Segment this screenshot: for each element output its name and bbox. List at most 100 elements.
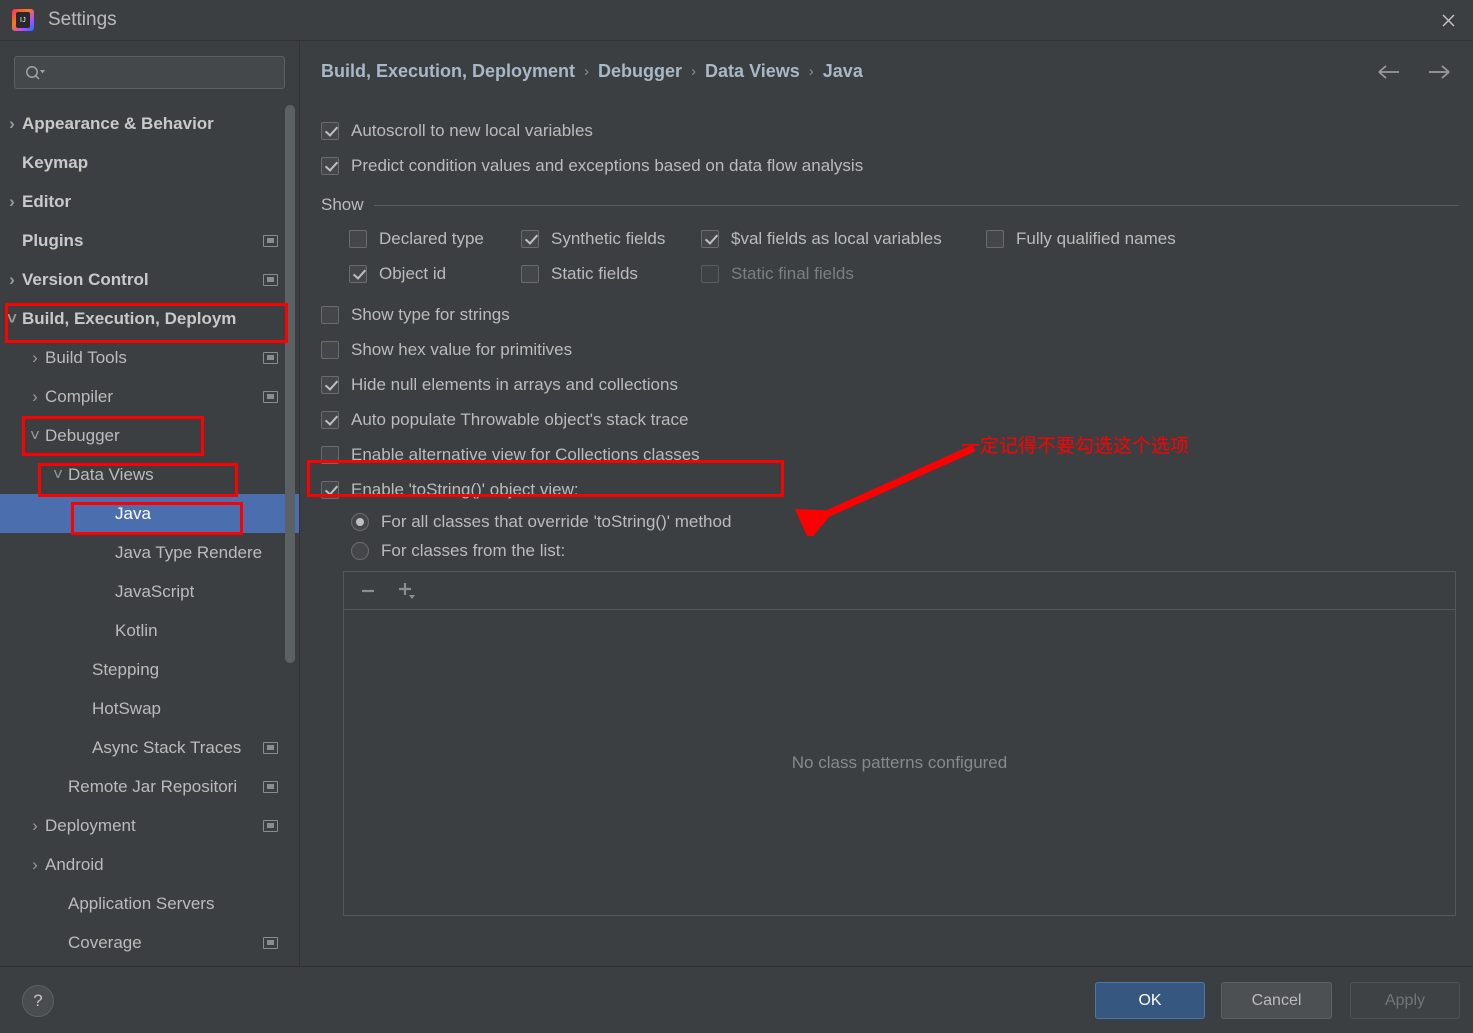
- class-patterns-panel: No class patterns configured: [343, 571, 1456, 916]
- sidebar-item-build-tools[interactable]: › Build Tools: [0, 338, 299, 377]
- add-pattern-icon[interactable]: [396, 580, 420, 602]
- sidebar-item-build-execution-deploym[interactable]: ˅ Build, Execution, Deploym: [0, 299, 299, 338]
- chevron-down-icon[interactable]: ˅: [48, 465, 68, 485]
- chevron-down-icon[interactable]: ˅: [25, 426, 45, 446]
- breadcrumb-separator: ›: [691, 63, 697, 80]
- sidebar-item-editor[interactable]: › Editor: [0, 182, 299, 221]
- chevron-right-icon[interactable]: ›: [25, 816, 45, 836]
- chevron-right-icon[interactable]: ›: [2, 192, 22, 212]
- breadcrumb-item[interactable]: Java: [823, 61, 863, 82]
- sidebar-item-label: Compiler: [45, 386, 114, 406]
- search-input[interactable]: [52, 64, 274, 81]
- checkbox-predict-condition-values-and-exceptions-based-on-data-flow-analysis-row[interactable]: Predict condition values and exceptions …: [321, 148, 1459, 183]
- radio-for-classes-from-the-list[interactable]: [351, 541, 369, 560]
- forward-arrow-icon[interactable]: [1425, 63, 1451, 86]
- sidebar-item-kotlin[interactable]: ›Kotlin: [0, 611, 299, 650]
- back-arrow-icon[interactable]: [1377, 63, 1403, 86]
- cancel-button[interactable]: Cancel: [1221, 982, 1332, 1019]
- sidebar-item-async-stack-traces[interactable]: ›Async Stack Traces: [0, 728, 299, 767]
- sidebar-item-version-control[interactable]: › Version Control: [0, 260, 299, 299]
- sidebar-item-label: Java: [115, 503, 151, 523]
- checkbox-enable-alternative-view-for-collections-classes-row[interactable]: Enable alternative view for Collections …: [321, 437, 1459, 472]
- sidebar-item-remote-jar-repositori[interactable]: ›Remote Jar Repositori: [0, 767, 299, 806]
- help-button[interactable]: ?: [22, 985, 54, 1017]
- checkbox-auto-populate-throwable-object-s-stack-trace-checkbox[interactable]: [321, 410, 339, 429]
- breadcrumb-item[interactable]: Debugger: [598, 61, 682, 82]
- checkbox-show-type-for-strings-row[interactable]: Show type for strings: [321, 297, 1459, 332]
- chevron-right-icon[interactable]: ›: [2, 270, 22, 290]
- sidebar-item-label: Android: [45, 854, 104, 874]
- checkbox-hide-null-elements-in-arrays-and-collections-checkbox[interactable]: [321, 375, 339, 394]
- plugin-badge-icon: [263, 741, 278, 754]
- checkbox-show-hex-value-for-primitives-checkbox[interactable]: [321, 340, 339, 359]
- show-checkbox-grid: Declared type Synthetic fields $val fields…: [349, 221, 1459, 291]
- chevron-right-icon[interactable]: ›: [2, 114, 22, 134]
- settings-tree[interactable]: ›Appearance & Behavior›Keymap›Editor›Plu…: [0, 104, 299, 966]
- group-separator-line: [373, 204, 1459, 206]
- show-checkbox-fully-qualified-names-checkbox[interactable]: [986, 229, 1004, 248]
- tostring-checkbox[interactable]: [321, 480, 339, 499]
- checkbox-auto-populate-throwable-object-s-stack-trace-row[interactable]: Auto populate Throwable object's stack t…: [321, 402, 1459, 437]
- checkbox-enable-alternative-view-for-collections-classes-label: Enable alternative view for Collections …: [351, 444, 700, 464]
- remove-pattern-icon[interactable]: [358, 581, 378, 601]
- sidebar-item-stepping[interactable]: ›Stepping: [0, 650, 299, 689]
- breadcrumb-item[interactable]: Data Views: [705, 61, 800, 82]
- checkbox-show-hex-value-for-primitives-row[interactable]: Show hex value for primitives: [321, 332, 1459, 367]
- sidebar-item-label: Async Stack Traces: [92, 737, 242, 757]
- sidebar-item-java-type-rendere[interactable]: ›Java Type Rendere: [0, 533, 299, 572]
- show-checkbox-static-final-fields-label: Static final fields: [731, 263, 854, 283]
- sidebar-item-label: Editor: [22, 191, 72, 211]
- breadcrumb: Build, Execution, Deployment › Debugger › Da…: [321, 61, 863, 82]
- show-checkbox-static-final-fields-row[interactable]: Static final fields: [701, 264, 986, 284]
- sidebar-item-keymap[interactable]: ›Keymap: [0, 143, 299, 182]
- show-checkbox-static-fields-row[interactable]: Static fields: [521, 264, 701, 284]
- ok-button[interactable]: OK: [1095, 982, 1205, 1019]
- sidebar-scrollbar[interactable]: [285, 105, 295, 663]
- show-checkbox-declared-type-row[interactable]: Declared type: [349, 229, 521, 249]
- sidebar-item-coverage[interactable]: ›Coverage: [0, 923, 299, 962]
- class-patterns-empty-text: No class patterns configured: [791, 752, 1008, 772]
- radio-for-all-classes-that-override-tostring-method[interactable]: [351, 512, 369, 531]
- show-checkbox-synthetic-fields-row[interactable]: Synthetic fields: [521, 229, 701, 249]
- plugin-badge-icon: [263, 234, 278, 247]
- chevron-down-icon[interactable]: ˅: [2, 309, 22, 329]
- sidebar-item-plugins[interactable]: ›Plugins: [0, 221, 299, 260]
- show-checkbox-val-fields-as-local-variables-checkbox[interactable]: [701, 229, 719, 248]
- sidebar-item-appearance-behavior[interactable]: › Appearance & Behavior: [0, 104, 299, 143]
- sidebar-item-data-views[interactable]: ˅ Data Views: [0, 455, 299, 494]
- show-checkbox-declared-type-checkbox[interactable]: [349, 229, 367, 248]
- breadcrumb-item[interactable]: Build, Execution, Deployment: [321, 61, 575, 82]
- chevron-right-icon[interactable]: ›: [25, 855, 45, 875]
- show-checkbox-fully-qualified-names-row[interactable]: Fully qualified names: [986, 229, 1271, 249]
- show-checkbox-synthetic-fields-checkbox[interactable]: [521, 229, 539, 248]
- sidebar-item-javascript[interactable]: ›JavaScript: [0, 572, 299, 611]
- sidebar-item-hotswap[interactable]: ›HotSwap: [0, 689, 299, 728]
- show-checkbox-static-fields-checkbox[interactable]: [521, 264, 539, 283]
- mid-checkbox-group: Show type for strings Show hex value for …: [321, 297, 1459, 472]
- search-box[interactable]: [14, 56, 285, 89]
- tostring-checkbox-row[interactable]: Enable 'toString()' object view:: [321, 472, 1459, 507]
- sidebar-item-application-servers[interactable]: ›Application Servers: [0, 884, 299, 923]
- checkbox-show-type-for-strings-checkbox[interactable]: [321, 305, 339, 324]
- show-checkbox-val-fields-as-local-variables-row[interactable]: $val fields as local variables: [701, 229, 986, 249]
- sidebar-item-deployment[interactable]: › Deployment: [0, 806, 299, 845]
- checkbox-predict-condition-values-and-exceptions-based-on-data-flow-analysis-checkbox[interactable]: [321, 156, 339, 175]
- sidebar-item-java[interactable]: ›Java: [0, 494, 299, 533]
- chevron-right-icon[interactable]: ›: [25, 387, 45, 407]
- checkbox-hide-null-elements-in-arrays-and-collections-row[interactable]: Hide null elements in arrays and collect…: [321, 367, 1459, 402]
- checkbox-autoscroll-to-new-local-variables-checkbox[interactable]: [321, 121, 339, 140]
- radio-row-for-classes-from-the-list[interactable]: For classes from the list:: [351, 536, 1459, 565]
- sidebar-item-compiler[interactable]: › Compiler: [0, 377, 299, 416]
- close-icon[interactable]: [1423, 0, 1473, 40]
- show-checkbox-object-id-checkbox[interactable]: [349, 264, 367, 283]
- sidebar-item-android[interactable]: › Android: [0, 845, 299, 884]
- radio-row-for-all-classes-that-override-tostring-method[interactable]: For all classes that override 'toString(…: [351, 507, 1459, 536]
- annotation-note-text: 一定记得不要勾选这个选项: [961, 435, 1190, 457]
- chevron-right-icon[interactable]: ›: [25, 348, 45, 368]
- checkbox-autoscroll-to-new-local-variables-row[interactable]: Autoscroll to new local variables: [321, 113, 1459, 148]
- show-checkbox-object-id-row[interactable]: Object id: [349, 264, 521, 284]
- apply-button[interactable]: Apply: [1350, 982, 1460, 1019]
- checkbox-enable-alternative-view-for-collections-classes-checkbox[interactable]: [321, 445, 339, 464]
- plugin-badge-icon: [263, 780, 278, 793]
- sidebar-item-debugger[interactable]: ˅ Debugger: [0, 416, 299, 455]
